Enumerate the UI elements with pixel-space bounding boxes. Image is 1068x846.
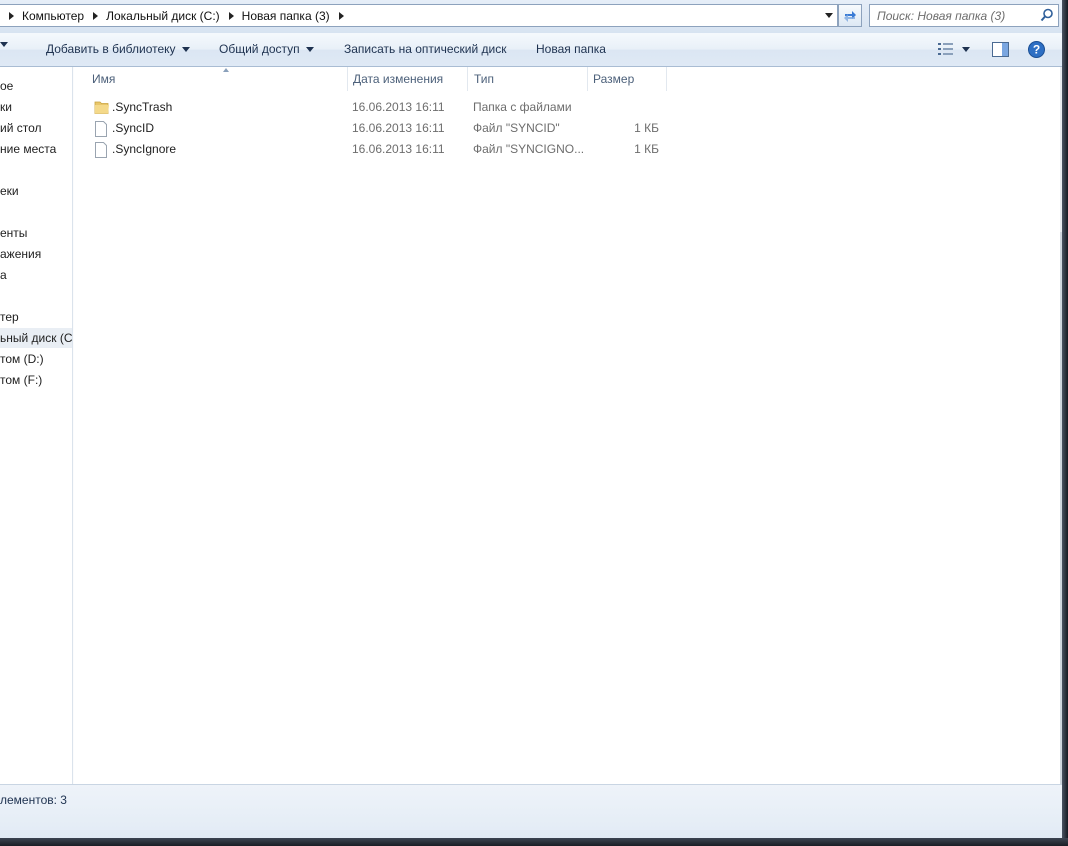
file-row[interactable]: .SyncID 16.06.2013 16:11 Файл "SYNCID" 1… xyxy=(74,118,674,139)
organize-dropdown[interactable] xyxy=(0,42,8,47)
breadcrumb-arrow-icon[interactable] xyxy=(228,11,234,20)
svg-text:?: ? xyxy=(1033,43,1040,57)
help-icon: ? xyxy=(1028,41,1045,58)
share-button[interactable]: Общий доступ xyxy=(219,42,314,56)
file-date: 16.06.2013 16:11 xyxy=(352,100,445,114)
address-bar[interactable]: Компьютер Локальный диск (C:) Новая папк… xyxy=(0,4,838,27)
nav-item-libraries[interactable]: еки xyxy=(0,181,19,201)
new-folder-button[interactable]: Новая папка xyxy=(536,42,606,56)
nav-item-downloads[interactable]: ки xyxy=(0,97,12,117)
breadcrumb-arrow-icon[interactable] xyxy=(9,11,14,20)
add-to-library-label: Добавить в библиотеку xyxy=(46,42,176,56)
nav-item-computer[interactable]: тер xyxy=(0,307,19,327)
file-icon xyxy=(95,142,107,158)
explorer-window: Компьютер Локальный диск (C:) Новая папк… xyxy=(0,0,1062,838)
column-header-type[interactable]: Тип xyxy=(468,67,588,91)
file-date: 16.06.2013 16:11 xyxy=(352,142,445,156)
chevron-down-icon xyxy=(962,46,970,52)
address-history-dropdown-icon[interactable] xyxy=(825,13,833,18)
chevron-down-icon xyxy=(181,46,190,52)
item-count: лементов: 3 xyxy=(0,793,67,807)
file-row[interactable]: .SyncTrash 16.06.2013 16:11 Папка с файл… xyxy=(74,97,674,118)
breadcrumb-computer[interactable]: Компьютер xyxy=(22,9,84,23)
file-name: .SyncID xyxy=(112,121,155,135)
new-folder-label: Новая папка xyxy=(536,42,606,56)
burn-button[interactable]: Записать на оптический диск xyxy=(344,42,507,56)
nav-item-favorites-recent[interactable]: ое xyxy=(0,76,13,96)
breadcrumb-arrow-icon[interactable] xyxy=(93,11,99,20)
burn-label: Записать на оптический диск xyxy=(344,42,507,56)
window-frame xyxy=(0,838,1068,846)
folder-icon xyxy=(94,101,109,114)
file-size: 1 КБ xyxy=(634,142,659,156)
file-type: Файл "SYNCID" xyxy=(473,121,560,135)
preview-pane-button[interactable] xyxy=(992,42,1009,57)
nav-item-recent-places[interactable]: ние места xyxy=(0,139,56,159)
breadcrumb-new-folder[interactable]: Новая папка (3) xyxy=(242,9,330,23)
file-size xyxy=(594,97,659,118)
file-type: Файл "SYNCIGNO... xyxy=(473,142,585,156)
file-size: 1 КБ xyxy=(634,121,659,135)
file-row[interactable]: .SyncIgnore 16.06.2013 16:11 Файл "SYNCI… xyxy=(74,139,674,160)
command-toolbar: Добавить в библиотеку Общий доступ Запис… xyxy=(0,33,1062,67)
column-header-date[interactable]: Дата изменения xyxy=(347,67,468,91)
chevron-down-icon xyxy=(305,46,314,52)
column-header-name[interactable]: Имя xyxy=(86,67,348,91)
share-label: Общий доступ xyxy=(219,42,300,56)
nav-item-local-disk-c[interactable]: ьный диск (C: xyxy=(0,328,72,348)
window-frame xyxy=(1062,0,1068,846)
nav-item-documents[interactable]: енты xyxy=(0,223,27,243)
column-header-name-label: Имя xyxy=(92,72,116,86)
nav-item-pictures[interactable]: ажения xyxy=(0,244,41,264)
column-header-date-label: Дата изменения xyxy=(353,72,444,86)
file-list: Имя Дата изменения Тип Размер .SyncTrash… xyxy=(74,67,1060,784)
column-header-size[interactable]: Размер xyxy=(587,67,667,91)
details-view-icon xyxy=(938,43,953,55)
search-box[interactable] xyxy=(869,4,1059,27)
file-date: 16.06.2013 16:11 xyxy=(352,121,445,135)
chevron-down-icon xyxy=(0,42,8,47)
column-header-size-label: Размер xyxy=(593,72,635,86)
sort-ascending-icon xyxy=(223,68,229,72)
file-name: .SyncTrash xyxy=(112,100,173,114)
refresh-button[interactable] xyxy=(838,4,862,27)
search-icon[interactable] xyxy=(1040,8,1054,22)
breadcrumb-local-disk[interactable]: Локальный диск (C:) xyxy=(106,9,220,23)
nav-item-desktop[interactable]: ий стол xyxy=(0,118,42,138)
nav-item-music[interactable]: а xyxy=(0,265,7,285)
refresh-icon xyxy=(844,10,856,22)
status-bar: лементов: 3 xyxy=(0,784,1062,838)
column-header-type-label: Тип xyxy=(474,72,495,86)
search-input[interactable] xyxy=(877,8,1037,23)
nav-item-volume-d[interactable]: том (D:) xyxy=(0,349,44,369)
view-options-button[interactable] xyxy=(938,43,970,55)
preview-pane-icon xyxy=(992,42,1009,57)
nav-item-volume-f[interactable]: том (F:) xyxy=(0,370,42,390)
navigation-pane: ое ки ий стол ние места еки енты ажения … xyxy=(0,67,73,784)
file-icon xyxy=(95,121,107,137)
file-type: Папка с файлами xyxy=(473,100,572,114)
help-button[interactable]: ? xyxy=(1028,41,1045,58)
add-to-library-button[interactable]: Добавить в библиотеку xyxy=(46,42,190,56)
address-row: Компьютер Локальный диск (C:) Новая папк… xyxy=(0,0,1062,33)
breadcrumb-arrow-icon[interactable] xyxy=(338,11,344,20)
file-name: .SyncIgnore xyxy=(112,142,177,156)
